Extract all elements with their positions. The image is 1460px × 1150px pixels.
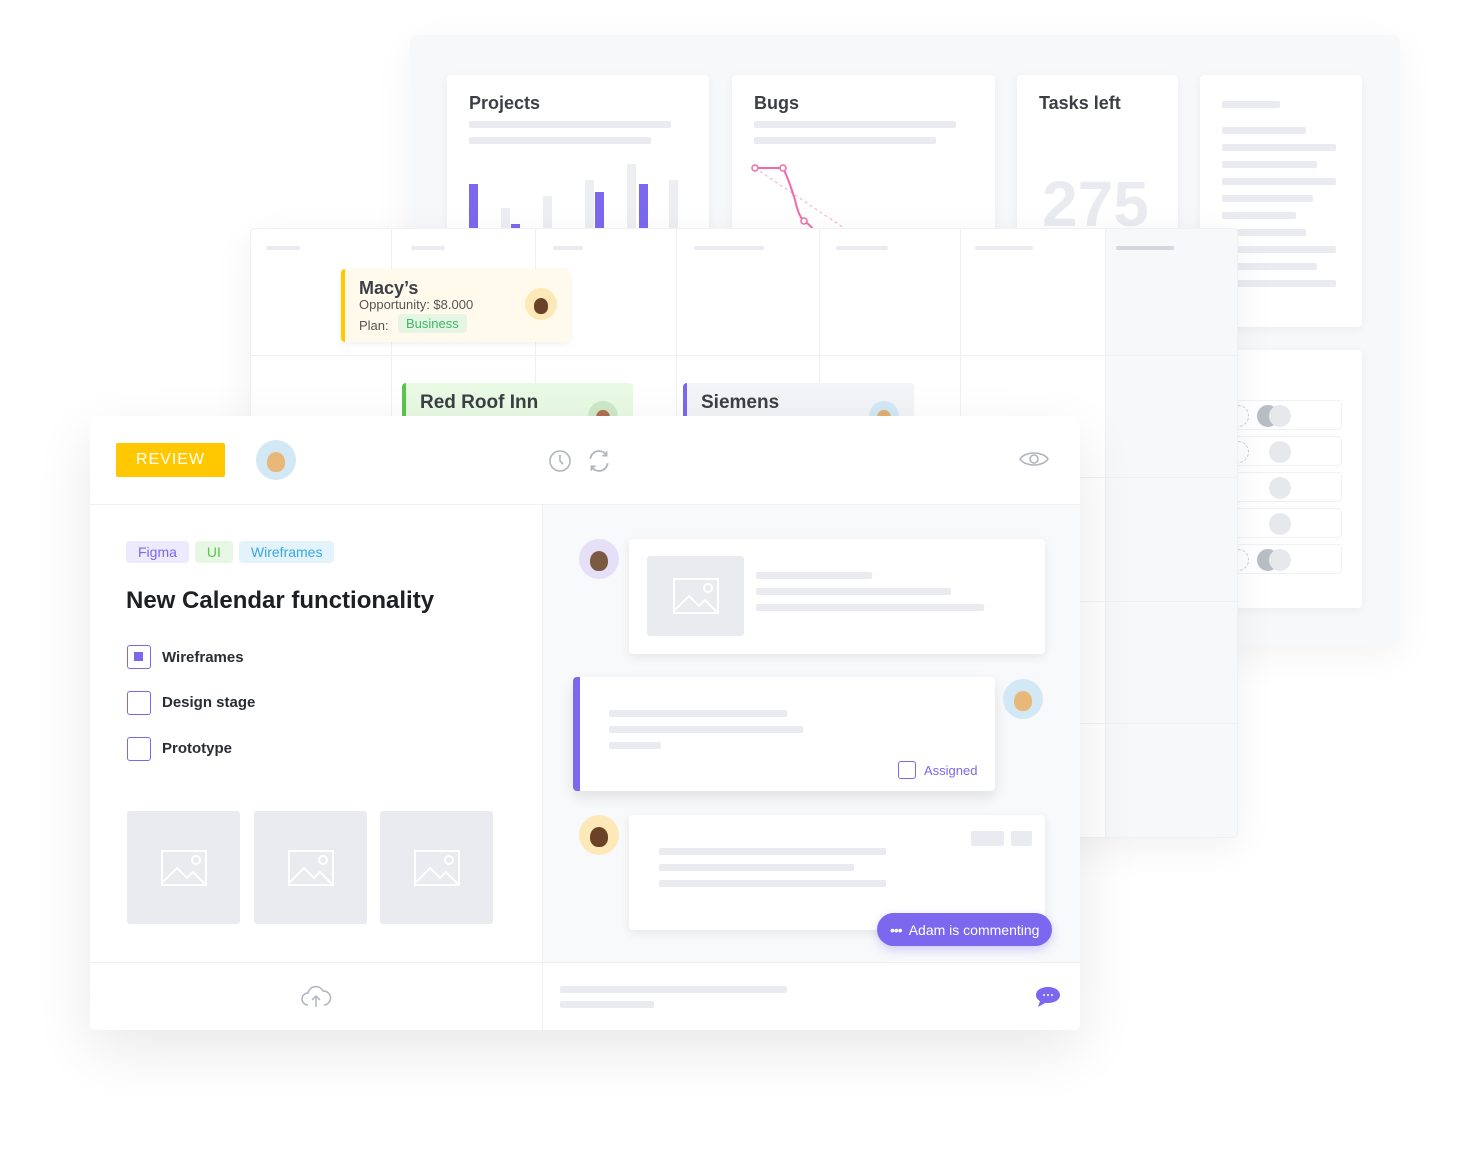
recurring-icon[interactable] xyxy=(586,448,612,474)
commenting-text: Adam is commenting xyxy=(908,921,1040,938)
clock-icon[interactable] xyxy=(548,449,572,473)
checkbox-wireframes[interactable] xyxy=(127,645,151,669)
deal-opportunity: Opportunity: $8.000 xyxy=(359,297,474,312)
deal-name: Macy’s xyxy=(359,278,419,298)
avatar xyxy=(579,539,619,579)
attachment-image[interactable] xyxy=(127,811,240,924)
comment-card[interactable] xyxy=(629,539,1045,654)
tag-figma[interactable]: Figma xyxy=(126,541,189,563)
typing-dots-icon: ••• xyxy=(890,921,903,938)
checkbox-prototype[interactable] xyxy=(127,737,151,761)
deal-card-macys[interactable]: Macy’s Opportunity: $8.000 Plan: Busines… xyxy=(341,269,570,342)
image-icon xyxy=(672,578,719,614)
projects-bar xyxy=(669,180,678,228)
tag-list: Figma UI Wireframes xyxy=(126,541,340,563)
projects-bar xyxy=(469,184,478,228)
tag-wireframes[interactable]: Wireframes xyxy=(238,541,335,563)
assignee-avatar[interactable] xyxy=(256,440,296,480)
toggle-knob xyxy=(1269,477,1291,499)
task-panel: REVIEW Figma UI Wireframes New Calendar fu… xyxy=(90,416,1080,1030)
avatar xyxy=(1003,679,1043,719)
commenting-indicator: ••• Adam is commenting xyxy=(877,913,1053,946)
bugs-title: Bugs xyxy=(754,93,799,113)
image-icon xyxy=(160,849,207,886)
toggle-knob xyxy=(1269,405,1291,427)
attachment-image[interactable] xyxy=(380,811,493,924)
comment-input[interactable] xyxy=(560,983,980,1013)
projects-bar-chart xyxy=(469,164,699,228)
plan-badge: Business xyxy=(398,314,467,333)
eye-icon[interactable] xyxy=(1018,446,1050,472)
assigned-comment-card[interactable]: Assigned xyxy=(573,677,995,791)
avatar xyxy=(525,288,557,320)
task-header: REVIEW xyxy=(90,416,1080,505)
avatar xyxy=(579,815,619,855)
toggle-knob xyxy=(1269,549,1291,571)
projects-bar xyxy=(595,192,604,228)
image-icon xyxy=(287,849,334,886)
toggle-knob xyxy=(1269,441,1291,463)
projects-bar xyxy=(543,196,552,228)
toggle-knob xyxy=(1269,513,1291,535)
assigned-checkbox[interactable] xyxy=(898,761,916,779)
deal-name: Siemens xyxy=(701,392,780,413)
task-title: New Calendar functionality xyxy=(126,587,435,614)
tasks-left-title: Tasks left xyxy=(1039,93,1121,113)
projects-bar xyxy=(627,164,636,228)
checklist-label: Wireframes xyxy=(162,649,244,666)
attachment-image[interactable] xyxy=(254,811,367,924)
chat-bubble-icon[interactable] xyxy=(1034,985,1062,1009)
activity-feed: Assigned ••• Adam is commenting xyxy=(542,505,1080,962)
assigned-label: Assigned xyxy=(924,763,978,778)
task-details: Figma UI Wireframes New Calendar functiona… xyxy=(90,505,542,962)
tag-ui[interactable]: UI xyxy=(194,541,233,563)
checklist-label: Prototype xyxy=(162,740,233,757)
checkbox-design-stage[interactable] xyxy=(127,691,151,715)
projects-bar xyxy=(639,184,648,228)
projects-bar xyxy=(585,180,594,228)
plan-label: Plan: xyxy=(359,318,389,333)
upload-cloud-icon[interactable] xyxy=(300,985,332,1009)
status-badge[interactable]: REVIEW xyxy=(116,443,225,477)
projects-title: Projects xyxy=(469,93,541,113)
deal-name: Red Roof Inn xyxy=(420,392,539,413)
image-icon xyxy=(413,849,460,886)
task-footer xyxy=(90,962,1080,1030)
projects-bar xyxy=(501,208,510,228)
checklist-label: Design stage xyxy=(162,694,256,711)
